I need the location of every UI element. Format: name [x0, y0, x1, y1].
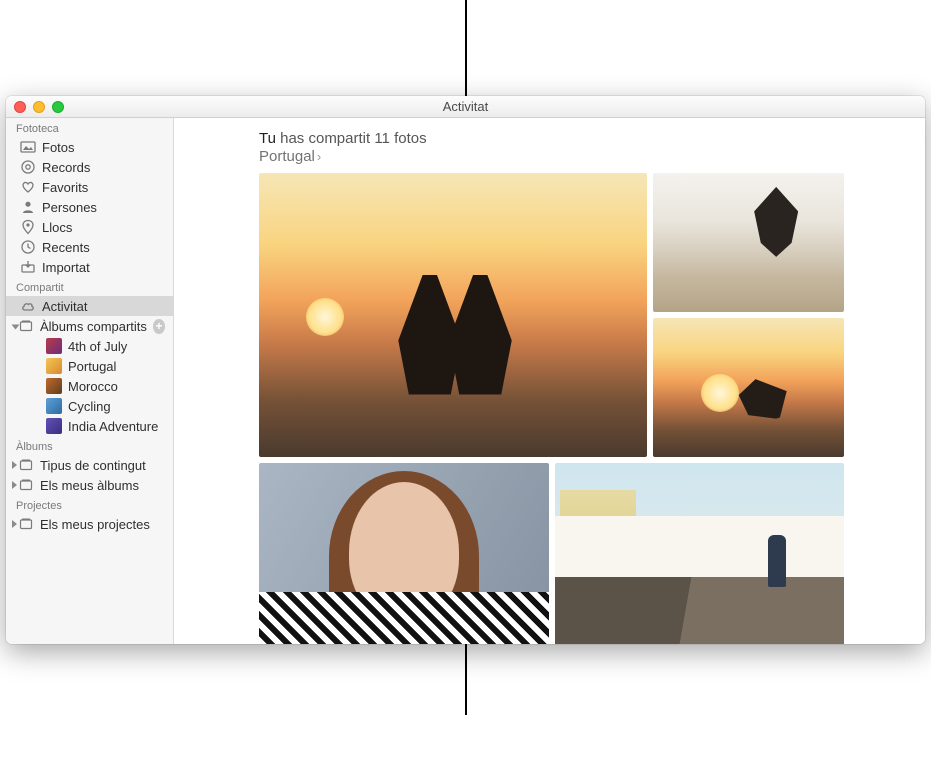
- window-title: Activitat: [6, 99, 925, 114]
- close-icon[interactable]: [14, 101, 26, 113]
- sidebar-item-fotos[interactable]: Fotos: [6, 137, 173, 157]
- photo-thumbnail[interactable]: [653, 318, 844, 457]
- photos-icon: [20, 139, 36, 155]
- sidebar-section-albums: Àlbums: [6, 436, 173, 455]
- activity-album-name: Portugal: [259, 148, 315, 165]
- sidebar-item-label: India Adventure: [68, 419, 158, 434]
- sidebar: Fototeca Fotos Records Favorits Persones: [6, 118, 174, 644]
- sidebar-item-cycling[interactable]: Cycling: [6, 396, 173, 416]
- photo-thumbnail[interactable]: [259, 173, 647, 457]
- album-icon: [18, 516, 34, 532]
- activity-summary: Tu has compartit 11 fotos: [259, 130, 925, 147]
- sidebar-item-label: Llocs: [42, 220, 72, 235]
- sidebar-item-albums-compartits[interactable]: Àlbums compartits +: [6, 316, 173, 336]
- person-icon: [20, 199, 36, 215]
- import-icon: [20, 259, 36, 275]
- sidebar-item-label: 4th of July: [68, 339, 127, 354]
- callout-line-bottom: [465, 644, 467, 715]
- sidebar-item-portugal[interactable]: Portugal: [6, 356, 173, 376]
- sidebar-item-activitat[interactable]: Activitat: [6, 296, 173, 316]
- titlebar: Activitat: [6, 96, 925, 118]
- sidebar-item-india-adventure[interactable]: India Adventure: [6, 416, 173, 436]
- sidebar-item-label: Recents: [42, 240, 90, 255]
- heart-icon: [20, 179, 36, 195]
- window-controls: [14, 101, 64, 113]
- sidebar-item-label: Portugal: [68, 359, 116, 374]
- sidebar-item-label: Tipus de contingut: [40, 458, 146, 473]
- sidebar-item-label: Fotos: [42, 140, 75, 155]
- app-window: Activitat Fototeca Fotos Records Favorit…: [6, 96, 925, 644]
- album-icon: [18, 457, 34, 473]
- photo-thumbnail[interactable]: [555, 463, 845, 644]
- sidebar-section-projectes: Projectes: [6, 495, 173, 514]
- sidebar-item-tipus-contingut[interactable]: Tipus de contingut: [6, 455, 173, 475]
- activity-header: Tu has compartit 11 fotos Portugal ›: [174, 118, 925, 173]
- zoom-icon[interactable]: [52, 101, 64, 113]
- sidebar-section-fototeca: Fototeca: [6, 118, 173, 137]
- sidebar-item-label: Els meus projectes: [40, 517, 150, 532]
- sidebar-item-favorits[interactable]: Favorits: [6, 177, 173, 197]
- sidebar-item-label: Els meus àlbums: [40, 478, 139, 493]
- album-icon: [18, 477, 34, 493]
- cloud-icon: [20, 298, 36, 314]
- photo-thumbnail[interactable]: [653, 173, 844, 312]
- activity-album-link[interactable]: Portugal ›: [259, 148, 925, 165]
- activity-who: Tu: [259, 130, 276, 147]
- records-icon: [20, 159, 36, 175]
- chevron-right-icon: ›: [317, 149, 321, 164]
- sidebar-item-importat[interactable]: Importat: [6, 257, 173, 277]
- album-thumb-icon: [46, 398, 62, 414]
- callout-line-top: [465, 0, 467, 96]
- sidebar-item-label: Activitat: [42, 299, 88, 314]
- sidebar-item-label: Persones: [42, 200, 97, 215]
- sidebar-item-label: Favorits: [42, 180, 88, 195]
- sidebar-item-label: Àlbums compartits: [40, 319, 147, 334]
- sidebar-item-4th-of-july[interactable]: 4th of July: [6, 336, 173, 356]
- sidebar-section-compartit: Compartit: [6, 277, 173, 296]
- sidebar-item-persones[interactable]: Persones: [6, 197, 173, 217]
- sidebar-item-label: Morocco: [68, 379, 118, 394]
- sidebar-item-label: Records: [42, 160, 90, 175]
- album-thumb-icon: [46, 338, 62, 354]
- photo-thumbnail[interactable]: [259, 463, 549, 644]
- sidebar-item-records[interactable]: Records: [6, 157, 173, 177]
- sidebar-item-recents[interactable]: Recents: [6, 237, 173, 257]
- activity-view: Tu has compartit 11 fotos Portugal ›: [174, 118, 925, 644]
- album-icon: [18, 318, 34, 334]
- clock-icon: [20, 239, 36, 255]
- sidebar-item-label: Cycling: [68, 399, 111, 414]
- minimize-icon[interactable]: [33, 101, 45, 113]
- pin-icon: [20, 219, 36, 235]
- sidebar-item-meus-projectes[interactable]: Els meus projectes: [6, 514, 173, 534]
- album-thumb-icon: [46, 358, 62, 374]
- album-thumb-icon: [46, 378, 62, 394]
- activity-rest: has compartit 11 fotos: [276, 130, 427, 147]
- add-icon[interactable]: +: [153, 319, 165, 334]
- sidebar-item-morocco[interactable]: Morocco: [6, 376, 173, 396]
- sidebar-item-meus-albums[interactable]: Els meus àlbums: [6, 475, 173, 495]
- sidebar-item-llocs[interactable]: Llocs: [6, 217, 173, 237]
- album-thumb-icon: [46, 418, 62, 434]
- photo-grid: [174, 173, 925, 644]
- sidebar-item-label: Importat: [42, 260, 90, 275]
